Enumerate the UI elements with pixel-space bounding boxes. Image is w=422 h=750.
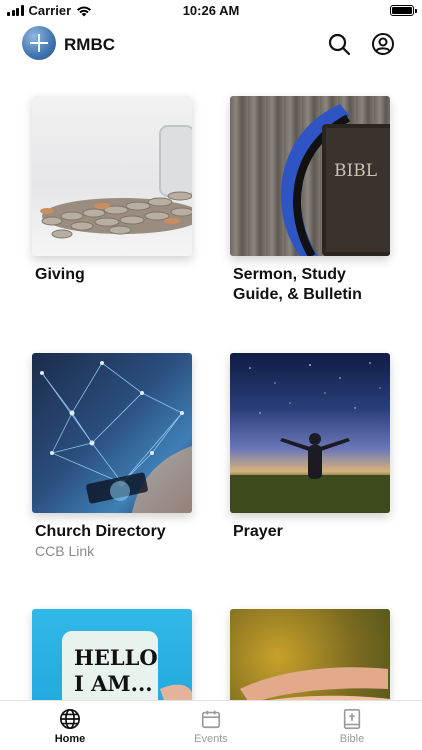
card-title: Prayer <box>233 523 283 540</box>
card-prayer[interactable]: Prayer <box>230 353 390 542</box>
tab-bible-label: Bible <box>339 733 365 745</box>
card-giving[interactable]: Giving <box>32 96 192 285</box>
prayer-image <box>230 353 390 513</box>
globe-icon <box>60 709 80 729</box>
card-title: Sermon, Study Guide, & Bulletin <box>233 266 362 303</box>
tab-home-label: Home <box>54 733 86 745</box>
directory-image <box>32 353 192 513</box>
search-icon[interactable] <box>327 32 351 56</box>
tab-events[interactable]: Events <box>161 701 261 750</box>
tab-home[interactable]: Home <box>20 701 120 750</box>
tab-bible[interactable]: Bible <box>302 701 402 750</box>
church-logo-icon[interactable] <box>22 26 56 60</box>
card-sermon[interactable]: BIBL Sermon, Study Guide, & Bulletin <box>230 96 390 305</box>
battery-icon <box>390 5 417 16</box>
status-time: 10:26 AM <box>182 3 240 18</box>
app-header: RMBC <box>0 22 422 66</box>
user-circle-icon[interactable] <box>371 32 395 56</box>
tab-events-label: Events <box>194 733 228 745</box>
svg-text:BIBL: BIBL <box>334 161 377 181</box>
giving-image <box>32 96 192 256</box>
tab-bar: Home Events Bible <box>0 700 422 750</box>
card-title: Church Directory <box>35 523 166 540</box>
card-subtitle: CCB Link <box>35 543 95 559</box>
status-bar: Carrier 10:26 AM <box>0 0 422 22</box>
app-title: RMBC <box>64 35 115 54</box>
card-church-directory[interactable]: Church Directory CCB Link <box>32 353 192 560</box>
calendar-icon <box>201 710 221 729</box>
bible-icon <box>343 709 361 729</box>
sermon-image: BIBL <box>230 96 390 256</box>
card-title: Giving <box>35 266 85 283</box>
